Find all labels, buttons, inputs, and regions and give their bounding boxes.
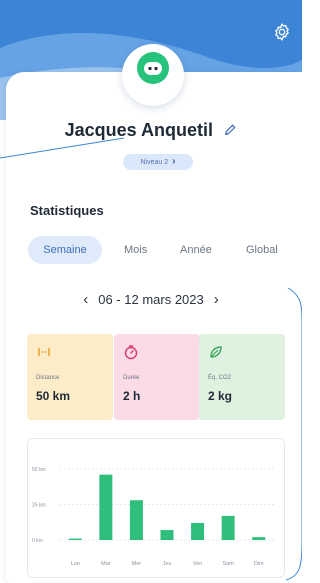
period-navigator: ‹ 06 - 12 mars 2023 › xyxy=(0,292,302,307)
statistics-title: Statistiques xyxy=(30,203,104,218)
x-tick-label: Ven xyxy=(193,561,202,567)
stat-value: 50 km xyxy=(36,389,71,403)
tab-global[interactable]: Global xyxy=(246,236,278,264)
bar-mar[interactable] xyxy=(99,474,113,540)
weekly-distance-chart: 50 km 25 km 0 km Lun Mar Mer Jeu Ven Sam Dim xyxy=(27,438,285,578)
x-tick-label: Mer xyxy=(132,561,142,567)
next-period-chevron-icon[interactable]: › xyxy=(214,292,219,307)
bar-lun[interactable] xyxy=(68,538,82,540)
period-label: 06 - 12 mars 2023 xyxy=(98,292,204,307)
level-badge[interactable]: Niveau 2 › xyxy=(123,154,193,170)
x-tick-label: Lun xyxy=(71,561,80,567)
bar-mer[interactable] xyxy=(129,500,143,540)
avatar-robot-icon[interactable] xyxy=(135,50,171,86)
level-chevron-icon: › xyxy=(172,156,176,167)
stat-label: Durée xyxy=(123,375,140,381)
annotation-line xyxy=(0,137,125,159)
stat-value: 2 kg xyxy=(208,389,233,403)
stopwatch-icon xyxy=(124,345,138,360)
stat-card-duration: Durée 2 h xyxy=(114,334,200,420)
x-tick-label: Dim xyxy=(254,561,264,567)
x-tick-label: Sam xyxy=(222,561,234,567)
stat-value: 2 h xyxy=(123,389,141,403)
distance-icon xyxy=(38,348,50,356)
y-tick-label: 0 km xyxy=(32,538,43,544)
profile-screen: Jacques Anquetil Niveau 2 › Statistiques… xyxy=(0,0,302,583)
stat-card-distance: Distance 50 km xyxy=(27,334,113,420)
level-label: Niveau 2 xyxy=(140,158,169,166)
y-tick-label: 50 km xyxy=(32,467,46,473)
leaf-icon xyxy=(210,346,222,358)
tab-month[interactable]: Mois xyxy=(124,236,147,264)
bar-jeu[interactable] xyxy=(160,530,174,540)
period-tabs: Semaine Mois Année Global xyxy=(28,236,302,264)
x-tick-label: Mar xyxy=(101,561,111,567)
bar-ven[interactable] xyxy=(191,522,205,540)
x-tick-label: Jeu xyxy=(163,561,172,567)
settings-gear-icon[interactable] xyxy=(272,22,292,42)
stat-label: Éq. CO2 xyxy=(208,375,232,381)
bar-dim[interactable] xyxy=(252,537,266,540)
tab-year[interactable]: Année xyxy=(180,236,212,264)
stat-card-co2: Éq. CO2 2 kg xyxy=(199,334,285,420)
bar-chart-canvas: 50 km 25 km 0 km Lun Mar Mer Jeu Ven Sam Dim xyxy=(32,467,274,567)
stat-label: Distance xyxy=(36,375,60,381)
edit-pencil-icon[interactable] xyxy=(223,123,237,137)
y-tick-label: 25 km xyxy=(32,503,46,509)
bar-sam[interactable] xyxy=(221,515,235,540)
previous-period-chevron-icon[interactable]: ‹ xyxy=(83,292,88,307)
tab-week[interactable]: Semaine xyxy=(28,236,102,264)
